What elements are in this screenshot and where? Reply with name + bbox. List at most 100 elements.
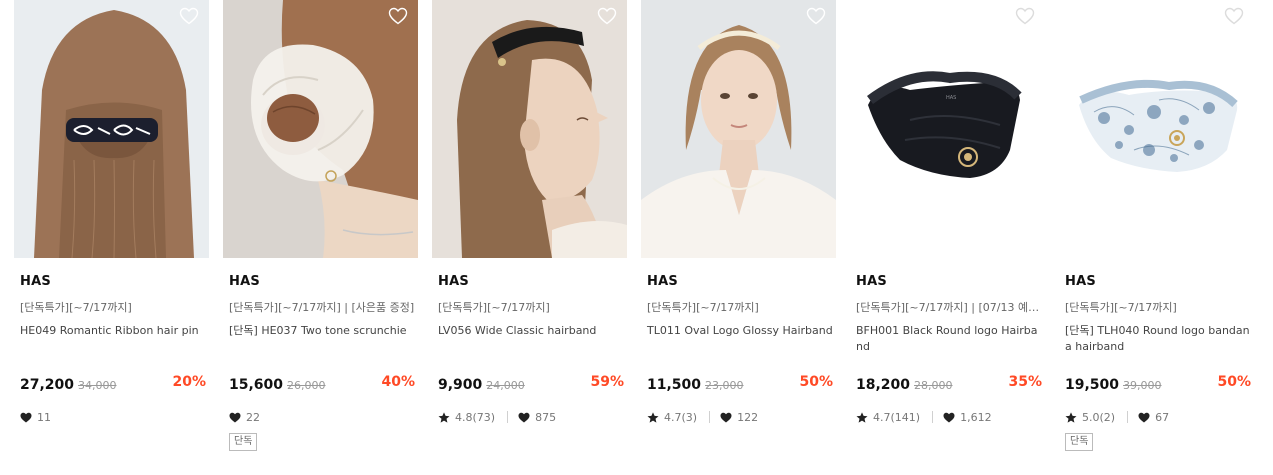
heart-outline-icon [388,7,408,25]
bandana-hairband-photo [1059,0,1254,258]
price-row: 11,500 23,000 50% [647,374,833,394]
original-price: 28,000 [914,379,953,392]
product-meta: 4.8(73) 875 [438,409,558,425]
like-count: 875 [535,410,557,424]
product-image[interactable]: HAS [850,0,1045,258]
product-meta: 4.7(141) 1,612 [856,409,994,425]
meta-divider [932,411,934,423]
sale-price: 11,500 [647,377,702,393]
heart-filled-icon [20,412,32,422]
heart-outline-icon [179,7,199,25]
product-grid: HAS [단독특가][~7/17까지] HE049 Romantic Ribbo… [0,0,1273,475]
product-title[interactable]: [단독] HE037 Two tone scrunchie [229,323,415,339]
rating: 4.7(3) [664,410,698,424]
product-image[interactable] [223,0,418,258]
rating: 4.7(141) [873,410,921,424]
product-meta: 22 [229,409,262,425]
like-count: 22 [246,410,260,424]
original-price: 34,000 [78,379,117,392]
product-card[interactable]: HAS [단독특가][~7/17까지] TL011 Oval Logo Glos… [641,0,836,475]
sale-price: 27,200 [20,377,75,393]
discount-rate: 59% [590,374,624,390]
original-price: 39,000 [1123,379,1162,392]
wishlist-button[interactable] [597,7,617,25]
exclusive-badge: 단독 [229,433,258,451]
heart-filled-icon [943,412,955,422]
product-title[interactable]: LV056 Wide Classic hairband [438,323,624,339]
product-image[interactable] [641,0,836,258]
heart-outline-icon [1224,7,1244,25]
product-meta: 4.7(3) 122 [647,409,760,425]
discount-rate: 40% [381,374,415,390]
sale-price: 9,900 [438,377,483,393]
heart-filled-icon [1138,412,1150,422]
promo-text: [단독특가][~7/17까지] | [07/13 예약… [856,301,1044,314]
wishlist-button[interactable] [1224,7,1244,25]
black-hairband-photo: HAS [850,0,1045,258]
heart-filled-icon [720,412,732,422]
hair-pin-photo [14,0,209,258]
brand-name[interactable]: HAS [229,274,260,289]
sale-price: 15,600 [229,377,284,393]
glossy-hairband-photo [641,0,836,258]
product-meta: 5.0(2) 67 [1065,409,1171,425]
product-image[interactable] [432,0,627,258]
product-card[interactable]: HAS [단독특가][~7/17까지] HE049 Romantic Ribbo… [14,0,209,475]
meta-divider [1127,411,1129,423]
sale-price: 19,500 [1065,377,1120,393]
price-row: 27,200 34,000 20% [20,374,206,394]
product-title[interactable]: HE049 Romantic Ribbon hair pin [20,323,206,339]
product-title[interactable]: TL011 Oval Logo Glossy Hairband [647,323,833,339]
brand-name[interactable]: HAS [1065,274,1096,289]
brand-name[interactable]: HAS [856,274,887,289]
like-count: 11 [37,410,51,424]
price-row: 15,600 26,000 40% [229,374,415,394]
promo-text: [단독특가][~7/17까지] [20,301,132,314]
brand-name[interactable]: HAS [20,274,51,289]
brand-name[interactable]: HAS [438,274,469,289]
product-title[interactable]: [단독] TLH040 Round logo bandana hairband [1065,323,1251,355]
promo-text: [단독특가][~7/17까지] | [사은품 증정] [229,301,415,314]
original-price: 26,000 [287,379,326,392]
rating: 5.0(2) [1082,410,1116,424]
product-image[interactable] [1059,0,1254,258]
product-card[interactable]: HAS [단독특가][~7/17까지] LV056 Wide Classic h… [432,0,627,475]
brand-name[interactable]: HAS [647,274,678,289]
product-image[interactable] [14,0,209,258]
star-icon [438,411,450,423]
heart-outline-icon [806,7,826,25]
rating: 4.8(73) [455,410,496,424]
wishlist-button[interactable] [388,7,408,25]
product-card[interactable]: HAS [단독특가][~7/17까지] | [사은품 증정] [단독] HE03… [223,0,418,475]
discount-rate: 20% [172,374,206,390]
price-row: 18,200 28,000 35% [856,374,1042,394]
promo-text: [단독특가][~7/17까지] [647,301,759,314]
promo-text: [단독특가][~7/17까지] [438,301,550,314]
meta-divider [507,411,509,423]
star-icon [856,411,868,423]
wishlist-button[interactable] [179,7,199,25]
wide-hairband-photo [432,0,627,258]
product-card[interactable]: HAS [단독특가][~7/17까지] [단독] TLH040 Round lo… [1059,0,1254,475]
heart-filled-icon [518,412,530,422]
discount-rate: 50% [1217,374,1251,390]
like-count: 1,612 [960,410,992,424]
meta-divider [709,411,711,423]
heart-outline-icon [1015,7,1035,25]
product-title[interactable]: BFH001 Black Round logo Hairband [856,323,1042,355]
heart-outline-icon [597,7,617,25]
band-logo-text: HAS [946,95,956,101]
product-card[interactable]: HAS HAS [단독특가][~7/17까지] | [07/13 예약… BFH… [850,0,1045,475]
original-price: 23,000 [705,379,744,392]
discount-rate: 50% [799,374,833,390]
wishlist-button[interactable] [806,7,826,25]
original-price: 24,000 [486,379,525,392]
star-icon [1065,411,1077,423]
exclusive-badge: 단독 [1065,433,1094,451]
price-row: 19,500 39,000 50% [1065,374,1251,394]
product-meta: 11 [20,409,53,425]
scrunchie-photo [223,0,418,258]
promo-text: [단독특가][~7/17까지] [1065,301,1177,314]
heart-filled-icon [229,412,241,422]
wishlist-button[interactable] [1015,7,1035,25]
